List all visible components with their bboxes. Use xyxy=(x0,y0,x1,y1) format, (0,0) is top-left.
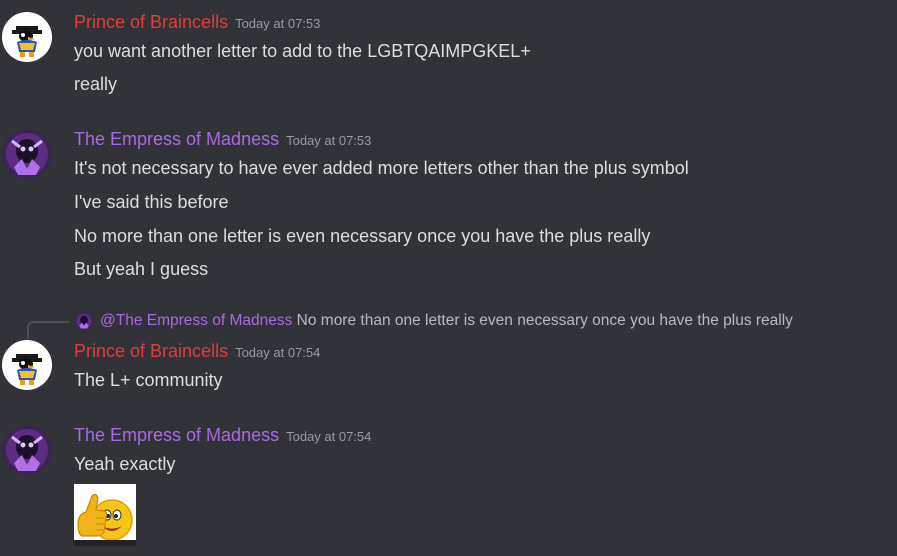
purple-character-avatar-icon xyxy=(75,312,93,330)
username[interactable]: The Empress of Madness xyxy=(74,425,279,445)
avatar[interactable] xyxy=(2,340,52,390)
reply-preview: @The Empress of Madness No more than one… xyxy=(100,312,837,330)
reply-avatar xyxy=(75,312,93,330)
timestamp[interactable]: Today at 07:54 xyxy=(235,345,320,360)
avatar[interactable] xyxy=(2,12,52,62)
message-text: No more than one letter is even necessar… xyxy=(74,226,651,246)
message-text: really xyxy=(74,74,118,94)
message-text: The L+ community xyxy=(74,370,223,390)
message-text: It's not necessary to have ever added mo… xyxy=(74,158,689,178)
reply-mention[interactable]: @The Empress of Madness xyxy=(100,312,292,329)
avatar[interactable] xyxy=(2,425,52,475)
thumbs-up-smiley-icon xyxy=(74,484,136,546)
message-text: But yeah I guess xyxy=(74,259,209,279)
chat-message-list: Prince of Braincells Today at 07:53 you w… xyxy=(0,0,897,556)
username[interactable]: Prince of Braincells xyxy=(74,12,228,32)
timestamp[interactable]: Today at 07:53 xyxy=(286,133,371,148)
avatar[interactable] xyxy=(2,129,52,179)
message-text: I've said this before xyxy=(74,192,229,212)
reply-snippet: No more than one letter is even necessar… xyxy=(296,312,793,329)
username[interactable]: Prince of Braincells xyxy=(74,341,228,361)
penguin-avatar-icon xyxy=(2,12,52,62)
message-header: The Empress of Madness Today at 07:54 xyxy=(74,425,371,446)
penguin-avatar-icon xyxy=(2,340,52,390)
purple-character-avatar-icon xyxy=(2,425,52,475)
timestamp[interactable]: Today at 07:53 xyxy=(235,16,320,31)
message-header: Prince of Braincells Today at 07:54 xyxy=(74,341,320,362)
timestamp[interactable]: Today at 07:54 xyxy=(286,429,371,444)
message-text: you want another letter to add to the LG… xyxy=(74,41,531,61)
reply-reference[interactable]: @The Empress of Madness No more than one… xyxy=(0,310,897,339)
message-header: The Empress of Madness Today at 07:53 xyxy=(74,129,371,150)
message-text: Yeah exactly xyxy=(74,454,176,474)
purple-character-avatar-icon xyxy=(2,129,52,179)
reply-spine xyxy=(27,321,69,339)
username[interactable]: The Empress of Madness xyxy=(74,129,279,149)
message-header: Prince of Braincells Today at 07:53 xyxy=(74,12,320,33)
image-attachment[interactable] xyxy=(74,484,136,546)
